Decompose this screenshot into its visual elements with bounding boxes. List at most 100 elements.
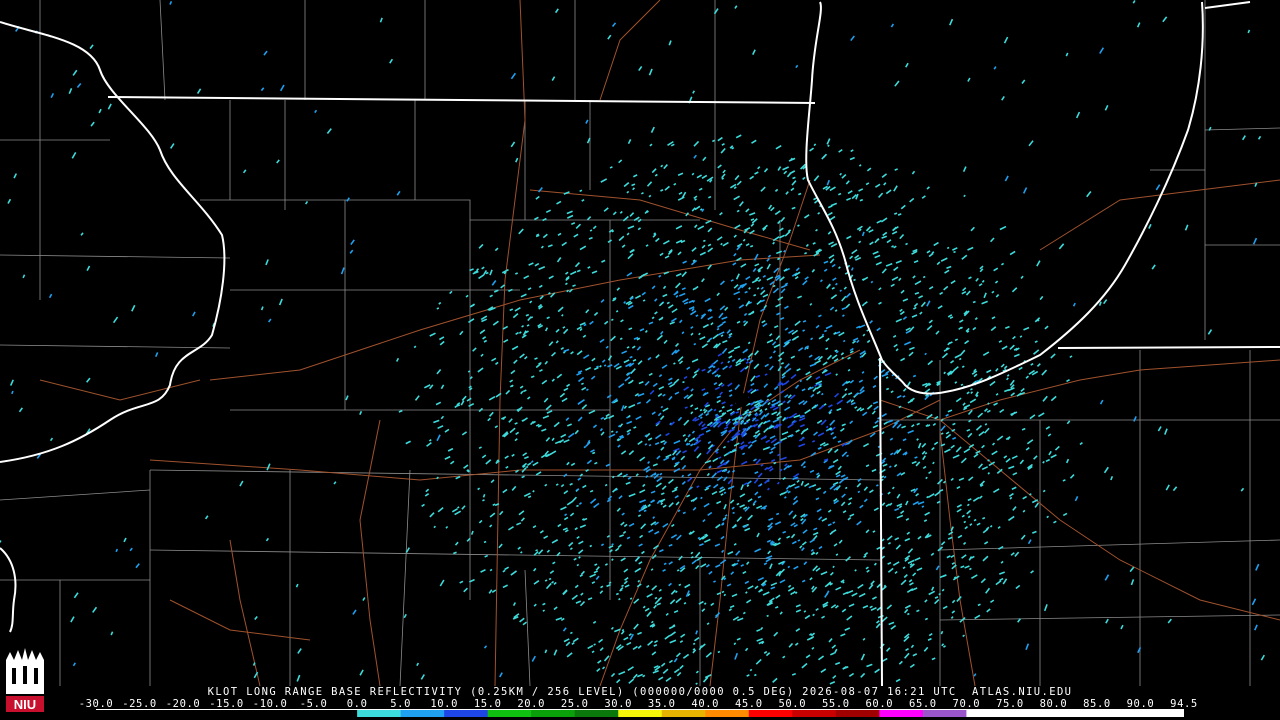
- echo-cell: [981, 444, 985, 449]
- echo-cell: [555, 340, 559, 344]
- echo-cell: [571, 594, 578, 601]
- echo-cell: [798, 443, 806, 448]
- wi-il-border: [107, 96, 816, 104]
- echo-cell: [740, 484, 744, 491]
- echo-cell: [701, 278, 705, 283]
- echo-cell: [647, 460, 651, 465]
- echo-cell: [721, 549, 725, 553]
- echo-cell: [930, 552, 935, 557]
- echo-cell: [851, 249, 858, 255]
- echo-cell: [733, 642, 737, 646]
- echo-cell: [817, 211, 821, 215]
- echo-cell: [893, 245, 897, 249]
- echo-cell: [591, 650, 595, 654]
- echo-cell: [952, 575, 960, 581]
- echo-cell: [107, 103, 112, 110]
- colorbar-segment: [1140, 710, 1184, 717]
- echo-cell: [833, 543, 838, 547]
- echo-cell: [589, 320, 594, 325]
- echo-cell: [648, 372, 653, 376]
- echo-cell: [527, 287, 532, 291]
- echo-cell: [848, 672, 855, 677]
- echo-cell: [525, 465, 529, 469]
- echo-cell: [650, 126, 655, 133]
- echo-cell: [801, 662, 808, 669]
- echo-cell: [566, 652, 573, 658]
- echo-cell: [333, 481, 337, 485]
- echo-cell: [945, 431, 950, 435]
- echo-cell: [950, 477, 954, 481]
- echo-cell: [1011, 455, 1018, 460]
- echo-cell: [750, 382, 755, 387]
- county-line: [524, 569, 531, 686]
- echo-cell: [647, 437, 653, 441]
- echo-cell: [11, 390, 14, 395]
- echo-cell: [697, 225, 705, 231]
- echo-cell: [765, 439, 771, 444]
- echo-cell: [564, 513, 568, 517]
- echo-cell: [680, 455, 686, 461]
- echo-cell: [265, 259, 269, 266]
- echo-cell: [494, 425, 499, 429]
- echo-cell: [860, 672, 866, 678]
- echo-cell: [483, 339, 488, 343]
- echo-cell: [735, 550, 741, 556]
- echo-cell: [845, 292, 851, 299]
- echo-cell: [790, 373, 797, 380]
- echo-cell: [740, 263, 747, 268]
- echo-cell: [480, 353, 484, 357]
- echo-cell: [924, 599, 928, 603]
- echo-cell: [566, 383, 571, 388]
- echo-cell: [592, 225, 597, 230]
- echo-cell: [742, 611, 746, 615]
- echo-cell: [1023, 326, 1030, 331]
- echo-cell: [682, 381, 685, 384]
- echo-cell: [853, 278, 856, 282]
- echo-cell: [678, 555, 683, 561]
- echo-cell: [1026, 439, 1034, 445]
- echo-cell: [555, 328, 560, 333]
- echo-cell: [1062, 512, 1068, 517]
- echo-cell: [866, 339, 871, 344]
- echo-cell: [850, 35, 855, 42]
- echo-cell: [563, 439, 570, 443]
- echo-cell: [637, 218, 642, 223]
- echo-cell: [832, 481, 839, 486]
- echo-cell: [461, 431, 468, 436]
- echo-cell: [796, 479, 800, 483]
- echo-cell: [670, 143, 675, 147]
- echo-cell: [753, 253, 759, 261]
- echo-cell: [1001, 345, 1008, 350]
- echo-cell: [648, 528, 654, 533]
- echo-cell: [553, 606, 558, 611]
- echo-cell: [296, 674, 301, 682]
- echo-cell: [754, 471, 759, 475]
- echo-cell: [829, 571, 834, 576]
- echo-cell: [818, 404, 825, 410]
- echo-cell: [595, 575, 600, 580]
- echo-cell: [836, 399, 844, 405]
- echo-cell: [593, 366, 599, 371]
- echo-cell: [659, 316, 664, 321]
- echo-cell: [822, 361, 828, 366]
- echo-cell: [760, 414, 766, 420]
- echo-cell: [580, 592, 584, 596]
- echo-cell: [696, 485, 700, 489]
- echo-cell: [914, 291, 920, 295]
- echo-cell: [936, 261, 941, 266]
- echo-cell: [510, 570, 518, 576]
- echo-cell: [444, 428, 450, 433]
- echo-cell: [585, 119, 589, 124]
- echo-cell: [86, 265, 91, 271]
- echo-cell: [489, 294, 493, 298]
- echo-cell: [966, 391, 970, 395]
- echo-cell: [682, 260, 687, 264]
- echo-cell: [772, 418, 780, 423]
- echo-cell: [682, 449, 688, 454]
- echo-cell: [702, 323, 709, 329]
- echo-cell: [1036, 363, 1041, 367]
- echo-cell: [733, 542, 737, 546]
- echo-cell: [611, 543, 614, 546]
- echo-cell: [792, 499, 799, 506]
- echo-cell: [841, 493, 846, 498]
